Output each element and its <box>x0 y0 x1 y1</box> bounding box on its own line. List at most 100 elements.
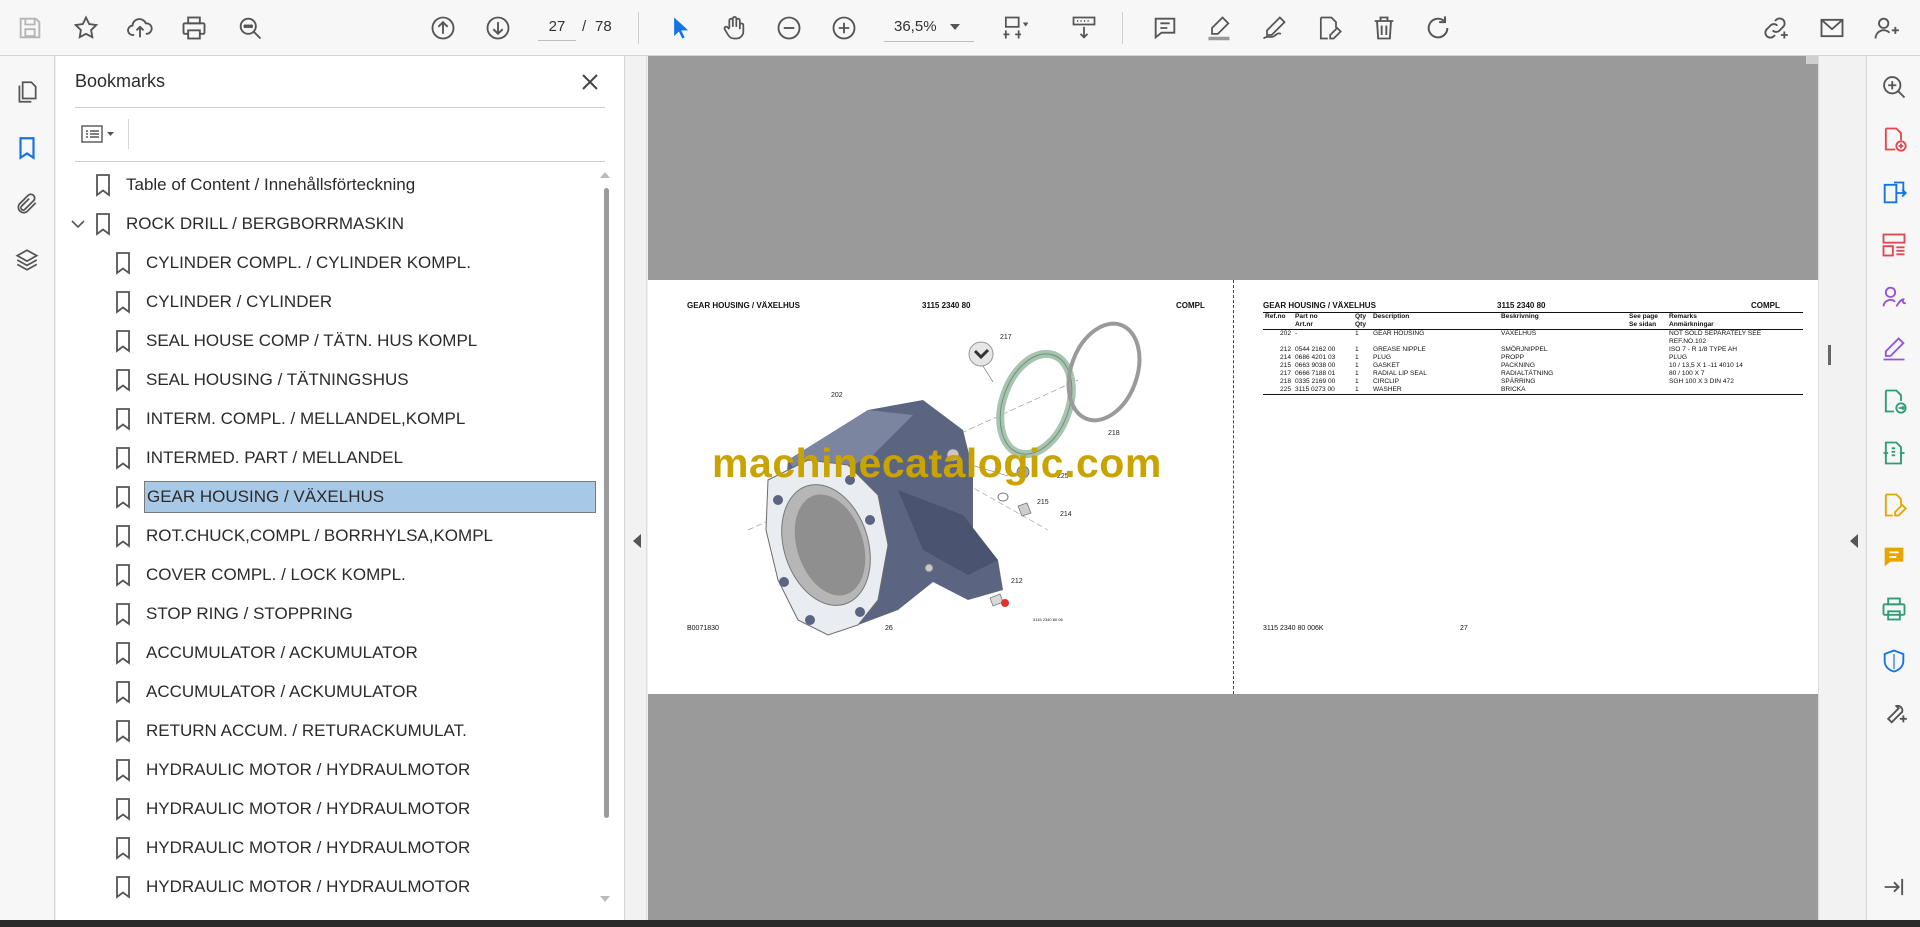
fill-sign-icon[interactable] <box>1877 332 1911 366</box>
protect-icon[interactable] <box>1877 644 1911 678</box>
search-enhance-icon[interactable] <box>1877 70 1911 104</box>
collapse-rail-icon[interactable] <box>1877 870 1911 904</box>
bookmark-item[interactable]: HYDRAULIC MOTOR / HYDRAULMOTOR <box>114 792 472 826</box>
table-cell <box>1627 370 1667 378</box>
bookmark-options-button[interactable] <box>75 119 121 149</box>
upload-icon[interactable] <box>120 8 160 48</box>
request-signature-icon[interactable] <box>1877 280 1911 314</box>
attachments-icon[interactable] <box>9 186 45 222</box>
select-cursor-icon[interactable] <box>660 8 700 48</box>
zoom-out-icon[interactable] <box>769 8 809 48</box>
table-cell: WASHER <box>1371 386 1499 395</box>
table-cell: RADIAL LIP SEAL <box>1373 370 1427 377</box>
parts-list-table: Ref.no Part no Qty Description Beskrivni… <box>1263 312 1803 395</box>
chevron-down-icon[interactable] <box>70 216 86 232</box>
scroll-down-icon[interactable] <box>600 896 610 902</box>
parts-table-body: 202- 1 GEAR HOUSING VÄXELHUS NOT SOLD SEPARA… <box>1263 330 1803 395</box>
bookmark-icon <box>116 564 130 587</box>
bookmark-item[interactable]: HYDRAULIC MOTOR / HYDRAULMOTOR <box>114 831 472 865</box>
bookmark-icon <box>116 681 130 704</box>
star-icon[interactable] <box>66 8 106 48</box>
document-scrollbar-top[interactable] <box>1806 56 1818 64</box>
email-icon[interactable] <box>1812 8 1852 48</box>
bookmark-item[interactable]: RETURN ACCUM. / RETURACKUMULAT. <box>114 714 469 748</box>
left-page-number: 26 <box>885 625 893 632</box>
bookmark-item[interactable]: HYDRAULIC MOTOR / HYDRAULMOTOR <box>114 870 472 904</box>
bookmark-item[interactable]: SEAL HOUSING / TÄTNINGSHUS <box>114 363 411 397</box>
table-row: 217 0666 7188 01 1 RADIAL LIP SEAL RADIALTÄT… <box>1263 370 1803 378</box>
bookmark-item[interactable]: ROT.CHUCK,COMPL / BORRHYLSA,KOMPL <box>114 519 495 553</box>
bookmark-item[interactable]: ACCUMULATOR / ACKUMULATOR <box>114 636 420 670</box>
send-for-review-icon[interactable] <box>1877 384 1911 418</box>
right-page-title: GEAR HOUSING / VÄXELHUS <box>1263 301 1376 310</box>
bookmark-scrollbar-thumb[interactable] <box>604 188 609 818</box>
collapse-right-icon[interactable] <box>1849 534 1859 548</box>
bookmark-item[interactable]: CYLINDER COMPL. / CYLINDER KOMPL. <box>114 246 473 280</box>
table-cell: 1 <box>1355 346 1359 353</box>
print-icon[interactable] <box>174 8 214 48</box>
edit-pdf-icon[interactable] <box>1877 488 1911 522</box>
fit-page-icon[interactable] <box>994 8 1034 48</box>
share-link-icon[interactable] <box>1755 8 1795 48</box>
bookmark-item[interactable]: COVER COMPL. / LOCK KOMPL. <box>114 558 408 592</box>
bookmark-item[interactable]: Table of Content / Innehållsförteckning <box>94 168 417 202</box>
table-cell: 0686 4201 03 <box>1295 354 1336 361</box>
page-down-icon[interactable] <box>478 8 518 48</box>
create-pdf-icon[interactable] <box>1877 122 1911 156</box>
zoom-select[interactable]: 36,5% <box>884 12 974 42</box>
hand-icon[interactable] <box>714 8 754 48</box>
page-thumbnails-icon[interactable] <box>9 74 45 110</box>
page-separator: / <box>582 18 587 35</box>
bookmark-item[interactable]: GEAR HOUSING / VÄXELHUS <box>114 480 596 514</box>
delete-icon[interactable] <box>1364 8 1404 48</box>
more-tools-icon[interactable] <box>1877 696 1911 730</box>
bookmark-item[interactable]: CYLINDER / CYLINDER <box>114 285 334 319</box>
draw-icon[interactable] <box>1254 8 1294 48</box>
save-icon[interactable] <box>10 8 50 48</box>
comment-icon[interactable] <box>1877 540 1911 574</box>
document-scrollbar-thumb[interactable] <box>1828 345 1831 365</box>
bookmark-item[interactable]: ACCUMULATOR / ACKUMULATOR <box>114 675 420 709</box>
bookmark-item[interactable]: STOP RING / STOPPRING <box>114 597 355 631</box>
bookmark-icon <box>116 252 130 275</box>
highlight-icon[interactable] <box>1199 8 1239 48</box>
print-production-icon[interactable] <box>1877 592 1911 626</box>
rotate-icon[interactable] <box>1418 8 1458 48</box>
bookmarks-icon[interactable] <box>9 130 45 166</box>
callout-218: 218 <box>1108 430 1120 437</box>
table-cell: PACKNING <box>1501 362 1535 369</box>
bookmark-item[interactable]: ROCK DRILL / BERGBORRMASKIN <box>70 207 406 241</box>
layers-icon[interactable] <box>9 242 45 278</box>
export-pdf-icon[interactable] <box>1877 176 1911 210</box>
organize-pages-icon[interactable] <box>1877 228 1911 262</box>
table-cell: ISO 7 - R 1/8 TYPE AH <box>1669 346 1738 353</box>
table-cell <box>1627 346 1667 354</box>
table-cell <box>1667 386 1803 395</box>
bookmark-label: HYDRAULIC MOTOR / HYDRAULMOTOR <box>146 838 471 857</box>
bookmark-item[interactable]: SEAL HOUSE COMP / TÄTN. HUS KOMPL <box>114 324 479 358</box>
collapse-left-icon[interactable] <box>632 534 642 548</box>
bookmark-item[interactable]: INTERMED. PART / MELLANDEL <box>114 441 405 475</box>
scroll-mode-icon[interactable] <box>1064 8 1104 48</box>
find-icon[interactable] <box>230 8 270 48</box>
list-options-icon <box>81 125 114 143</box>
table-row: 218 0335 2169 00 1 CIRCLIP SPÄRRING SGH 100 X… <box>1263 378 1803 386</box>
zoom-in-icon[interactable] <box>824 8 864 48</box>
account-icon[interactable] <box>1866 8 1906 48</box>
table-cell: VÄXELHUS <box>1501 330 1537 337</box>
close-icon[interactable] <box>576 68 604 96</box>
table-cell <box>1263 338 1293 346</box>
compress-pdf-icon[interactable] <box>1877 436 1911 470</box>
bookmark-item[interactable]: HYDRAULIC MOTOR / HYDRAULMOTOR <box>114 753 472 787</box>
edit-pdf-icon[interactable] <box>1309 8 1349 48</box>
table-cell: 225 <box>1263 386 1293 395</box>
bookmark-icon <box>116 642 130 665</box>
zoom-dropdown-icon <box>950 23 960 30</box>
page-number-input[interactable] <box>538 13 576 41</box>
scroll-up-icon[interactable] <box>600 172 610 178</box>
page-up-icon[interactable] <box>423 8 463 48</box>
comment-icon[interactable] <box>1145 8 1185 48</box>
table-cell: 3115 0273 00 <box>1293 386 1353 395</box>
bookmark-item[interactable]: INTERM. COMPL. / MELLANDEL,KOMPL <box>114 402 467 436</box>
document-viewport[interactable]: GEAR HOUSING / VÄXELHUS 3115 2340 80 COM… <box>648 56 1818 920</box>
